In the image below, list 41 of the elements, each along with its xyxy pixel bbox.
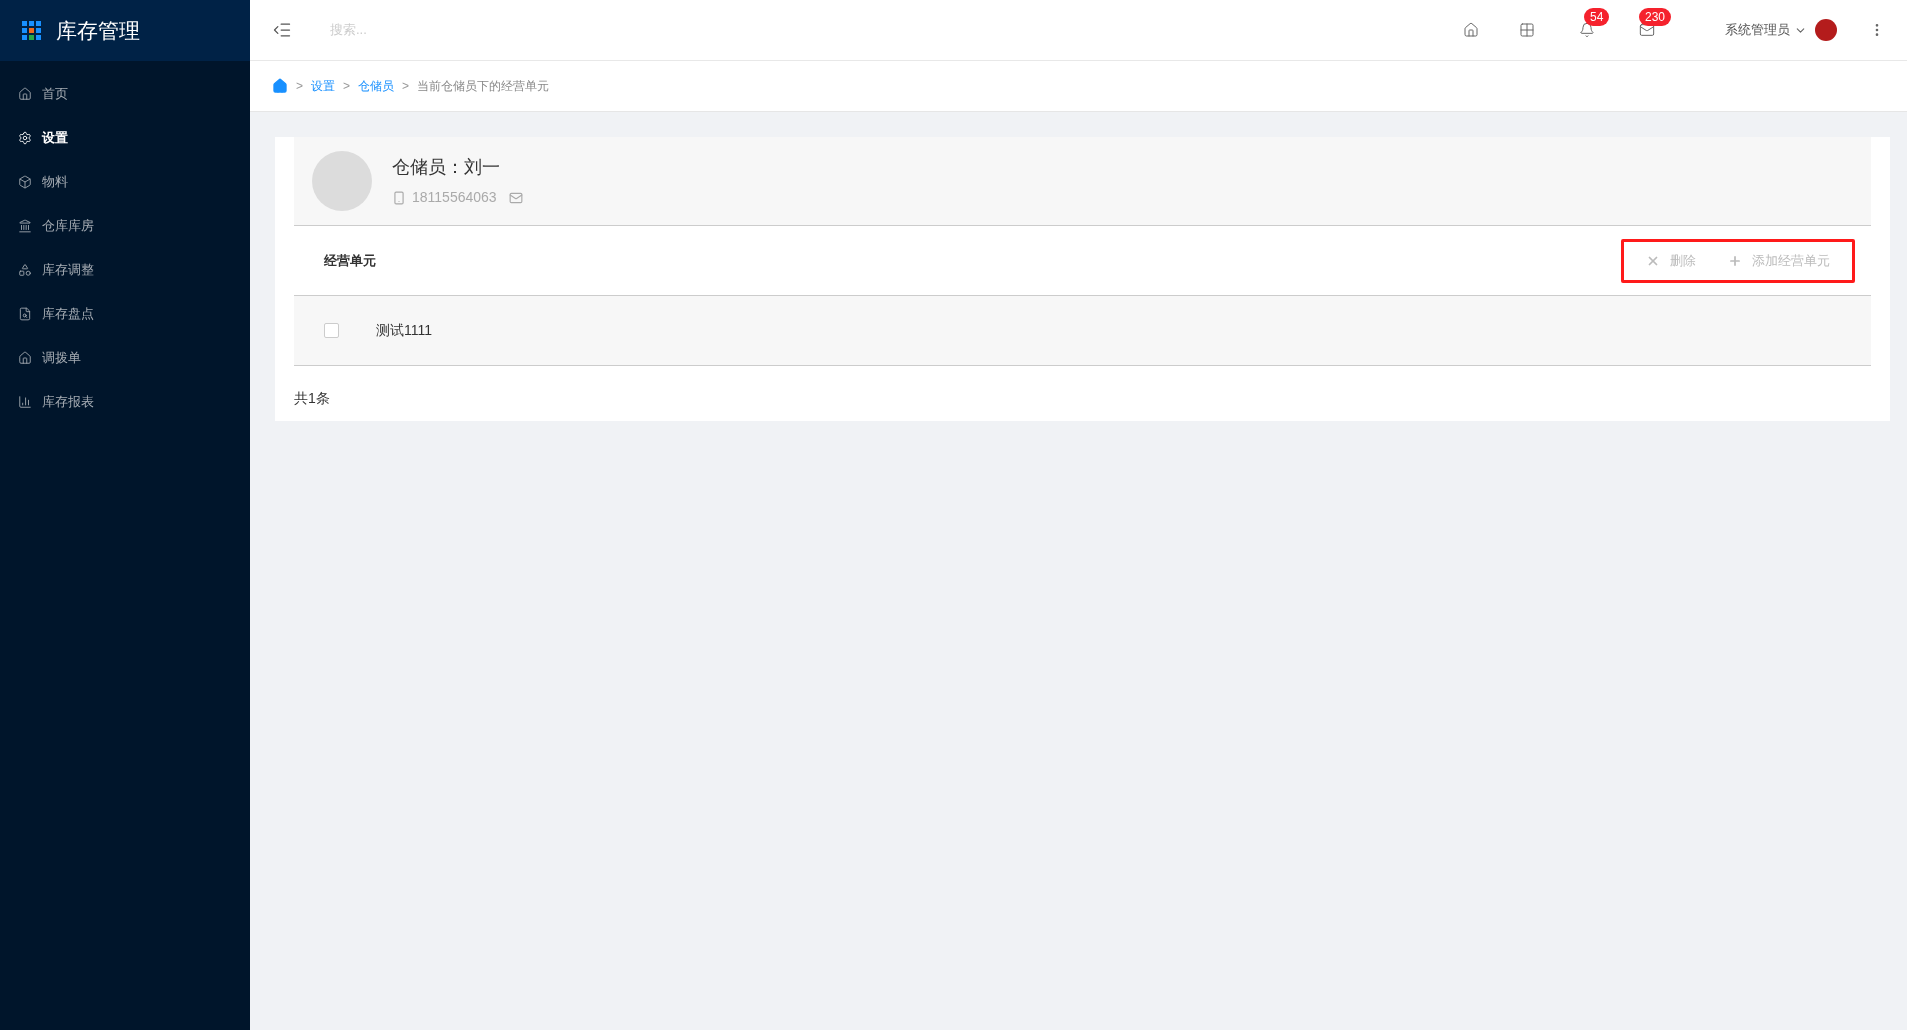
sidebar-item[interactable]: 物料 (0, 160, 250, 204)
sidebar-item[interactable]: 设置 (0, 116, 250, 160)
sidebar-item[interactable]: 库存调整 (0, 248, 250, 292)
home-icon[interactable] (1463, 22, 1479, 38)
sidebar-item[interactable]: 首页 (0, 72, 250, 116)
unit-name: 测试1111 (376, 321, 433, 340)
profile-title: 仓储员：刘一 (392, 156, 501, 179)
document-search-icon (18, 307, 32, 321)
app-grid-logo-icon (22, 20, 42, 41)
phone-number: 18115564063 (412, 188, 497, 207)
sidebar-item[interactable]: 库存报表 (0, 380, 250, 424)
mail-icon[interactable] (1639, 22, 1655, 38)
grid-icon[interactable] (1519, 22, 1535, 38)
section-title: 经营单元 (324, 251, 376, 270)
bell-icon[interactable] (1579, 22, 1595, 38)
shapes-icon (18, 263, 32, 277)
building-icon (18, 219, 32, 233)
breadcrumb-current: 当前仓储员下的经营单元 (417, 78, 550, 95)
mail-icon (508, 190, 523, 205)
sidebar-item[interactable]: 仓库库房 (0, 204, 250, 248)
house-icon (18, 351, 32, 365)
avatar[interactable] (1815, 19, 1837, 41)
gear-icon (18, 131, 32, 145)
home-icon (18, 87, 32, 101)
sidebar-item[interactable]: 调拨单 (0, 336, 250, 380)
breadcrumb-separator: > (296, 78, 303, 95)
breadcrumb-separator: > (343, 78, 351, 95)
total-count: 共1条 (294, 389, 331, 408)
row-checkbox[interactable] (324, 323, 339, 338)
app-title: 库存管理 (56, 17, 140, 44)
plus-icon (1728, 253, 1742, 268)
cube-icon (18, 175, 32, 189)
phone-icon (392, 190, 406, 205)
user-name[interactable]: 系统管理员 (1725, 20, 1790, 40)
home-icon[interactable] (272, 78, 288, 94)
avatar-placeholder (312, 151, 372, 211)
bar-chart-icon (18, 395, 32, 409)
sidebar-item[interactable]: 库存盘点 (0, 292, 250, 336)
breadcrumb-separator: > (402, 78, 410, 95)
message-count: 230 (1639, 8, 1672, 26)
notification-count: 54 (1584, 8, 1610, 26)
